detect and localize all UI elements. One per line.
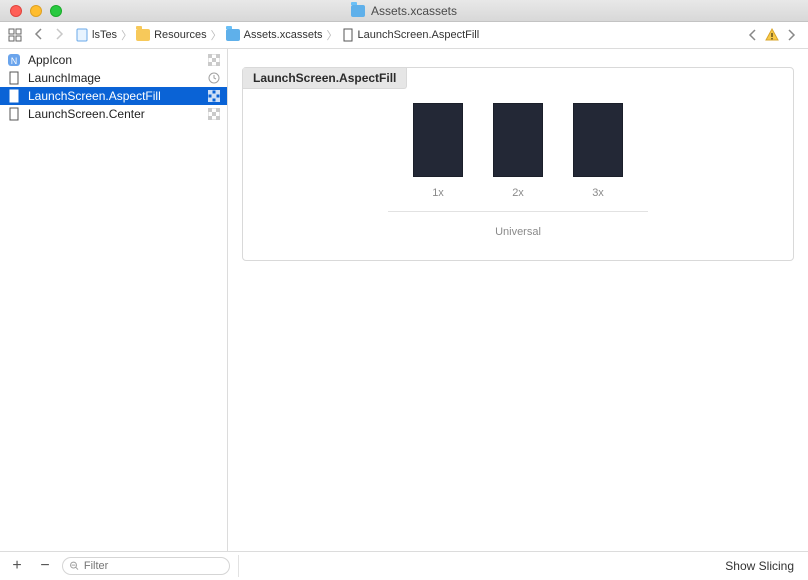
- asset-sidebar: N AppIcon LaunchImage LaunchScreen.Aspec…: [0, 49, 228, 551]
- window-title: Assets.xcassets: [0, 4, 808, 18]
- checkerboard-icon: [207, 107, 221, 121]
- breadcrumb-label: Assets.xcassets: [244, 29, 323, 41]
- nav-back-button[interactable]: [30, 26, 48, 45]
- scale-label: 1x: [432, 187, 444, 199]
- add-asset-button[interactable]: +: [8, 557, 26, 575]
- asset-item-label: AppIcon: [28, 53, 72, 67]
- show-slicing-button[interactable]: Show Slicing: [725, 559, 800, 573]
- warning-icon[interactable]: [764, 27, 780, 43]
- window-traffic-lights: [10, 5, 62, 17]
- nav-forward-button[interactable]: [50, 26, 68, 45]
- clock-icon: [207, 71, 221, 85]
- asset-item-launchimage[interactable]: LaunchImage: [0, 69, 227, 87]
- imageset-icon: [342, 28, 354, 42]
- image-thumb-2x: [493, 103, 543, 177]
- minimize-window-button[interactable]: [30, 5, 42, 17]
- breadcrumb-item-imageset[interactable]: LaunchScreen.AspectFill: [340, 28, 482, 42]
- imageset-icon: [6, 70, 22, 86]
- breadcrumb-label: Resources: [154, 29, 207, 41]
- imageset-icon: [6, 106, 22, 122]
- nav-arrows: [30, 26, 68, 45]
- navigation-toolbar: lsTes 〉 Resources 〉 Assets.xcassets 〉 La…: [0, 22, 808, 49]
- close-window-button[interactable]: [10, 5, 22, 17]
- footer-bar: + − Show Slicing: [0, 551, 808, 580]
- related-items-button[interactable]: [8, 28, 22, 42]
- remove-asset-button[interactable]: −: [36, 557, 54, 575]
- breadcrumb-label: lsTes: [92, 29, 117, 41]
- folder-icon: [351, 5, 365, 17]
- window-title-text: Assets.xcassets: [371, 4, 457, 18]
- asset-item-label: LaunchScreen.AspectFill: [28, 89, 161, 103]
- device-label: Universal: [495, 226, 541, 238]
- checkerboard-icon: [207, 89, 221, 103]
- well-3x[interactable]: 3x: [573, 103, 623, 199]
- filter-icon: [69, 560, 80, 572]
- checkerboard-icon: [207, 53, 221, 67]
- imageset-card: LaunchScreen.AspectFill 1x 2x 3x: [242, 67, 794, 261]
- asset-item-appicon[interactable]: N AppIcon: [0, 51, 227, 69]
- folder-icon: [136, 29, 150, 41]
- svg-text:N: N: [11, 56, 18, 66]
- appicon-icon: N: [6, 52, 22, 68]
- scale-label: 3x: [592, 187, 604, 199]
- well-1x[interactable]: 1x: [413, 103, 463, 199]
- history-back-button[interactable]: [744, 27, 762, 43]
- imageset-icon: [6, 88, 22, 104]
- well-2x[interactable]: 2x: [493, 103, 543, 199]
- footer-divider: [238, 555, 239, 577]
- folder-icon: [226, 29, 240, 41]
- asset-list: N AppIcon LaunchImage LaunchScreen.Aspec…: [0, 49, 227, 551]
- window-titlebar: Assets.xcassets: [0, 0, 808, 22]
- scale-label: 2x: [512, 187, 524, 199]
- scale-wells: 1x 2x 3x: [413, 103, 623, 199]
- detail-pane: LaunchScreen.AspectFill 1x 2x 3x: [228, 49, 808, 551]
- zoom-window-button[interactable]: [50, 5, 62, 17]
- breadcrumb-sep: 〉: [325, 27, 340, 43]
- breadcrumb-item-resources[interactable]: Resources: [134, 29, 209, 41]
- image-thumb-3x: [573, 103, 623, 177]
- breadcrumb-item-assets[interactable]: Assets.xcassets: [224, 29, 325, 41]
- asset-item-center[interactable]: LaunchScreen.Center: [0, 105, 227, 123]
- asset-item-label: LaunchImage: [28, 71, 101, 85]
- filter-field[interactable]: [62, 557, 230, 575]
- breadcrumb-sep: 〉: [209, 27, 224, 43]
- imageset-title: LaunchScreen.AspectFill: [243, 68, 407, 89]
- history-forward-button[interactable]: [782, 27, 800, 43]
- asset-item-label: LaunchScreen.Center: [28, 107, 145, 121]
- doc-icon: [76, 28, 88, 42]
- breadcrumb-sep: 〉: [119, 27, 134, 43]
- image-thumb-1x: [413, 103, 463, 177]
- asset-item-aspectfill[interactable]: LaunchScreen.AspectFill: [0, 87, 227, 105]
- breadcrumb-item-project[interactable]: lsTes: [74, 28, 119, 42]
- filter-input[interactable]: [84, 560, 223, 572]
- breadcrumb-label: LaunchScreen.AspectFill: [358, 29, 480, 41]
